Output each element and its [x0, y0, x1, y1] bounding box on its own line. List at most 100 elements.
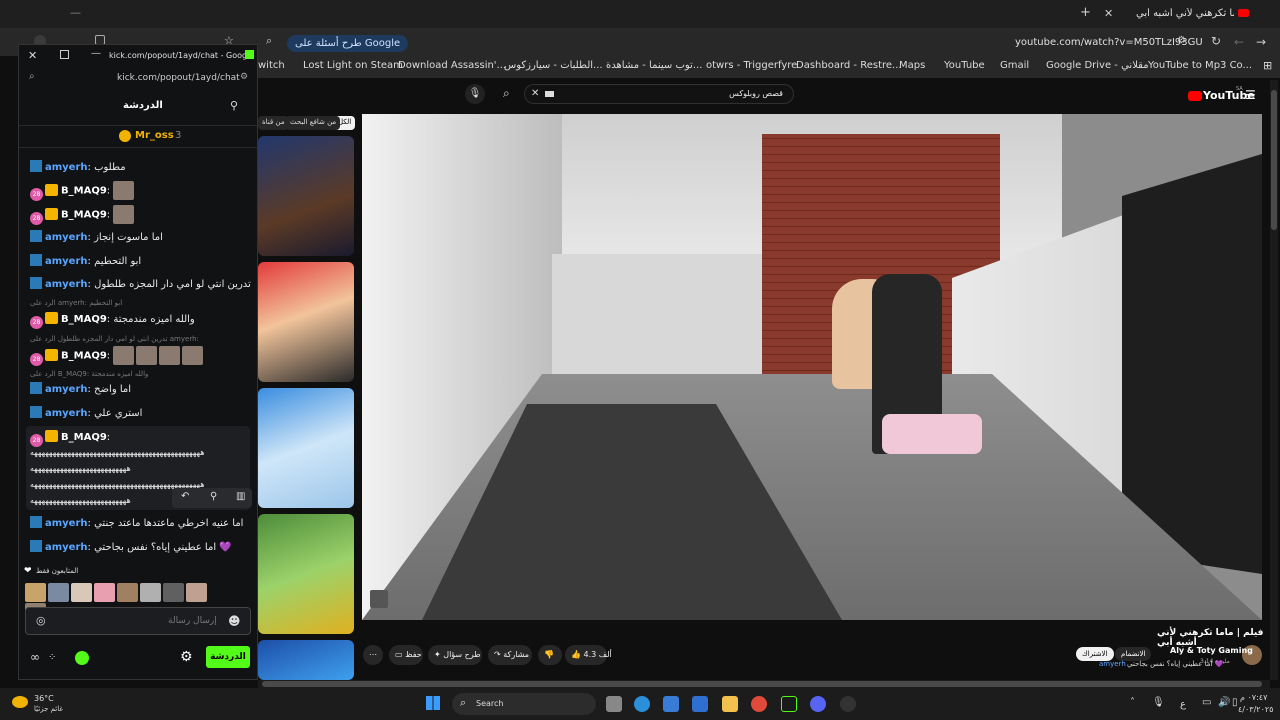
video-avatar-icon[interactable] [370, 590, 388, 608]
chat-message[interactable]: 28 B_MAQ9: والله اميزه مندمجتة [30, 312, 195, 329]
supporter-avatar[interactable] [117, 583, 138, 602]
supporter-avatar[interactable] [48, 583, 69, 602]
app-icon[interactable] [781, 696, 797, 712]
more-actions-button[interactable]: ⋯ [363, 645, 383, 665]
kick-logo-icon[interactable] [75, 651, 89, 665]
chat-message[interactable]: amyerh: اما عنيه اخرطي ماعتدها ماعتد جنت… [30, 516, 243, 529]
bookmark-item[interactable]: الطلبات - سيارزكوس... [504, 60, 603, 71]
chat-username[interactable]: B_MAQ9 [61, 314, 107, 325]
chat-message[interactable]: amyerh: اما ماسوت إنجاز [30, 230, 163, 243]
edge-icon[interactable] [634, 696, 650, 712]
chat-username[interactable]: amyerh [45, 518, 88, 529]
ask-button[interactable]: ✦ طرح سؤال [428, 645, 482, 665]
dots-icon[interactable]: ⁘ [48, 652, 56, 663]
share-button[interactable]: ↷ مشاركة [488, 645, 532, 665]
url-text[interactable]: youtube.com/watch?v=M50TLzI93GU [1015, 37, 1203, 48]
supporter-avatar[interactable] [163, 583, 184, 602]
link-icon[interactable]: ∞ [30, 650, 40, 664]
clock-date[interactable]: ٤/٠٣/٢٠٢٥ [1238, 705, 1273, 714]
tray-chevron-icon[interactable]: ˄ [1130, 697, 1135, 708]
chat-username[interactable]: amyerh [45, 256, 88, 267]
supporter-avatar[interactable] [94, 583, 115, 602]
close-tab-icon[interactable]: ✕ [1104, 7, 1113, 20]
bookmark-item[interactable]: otwrs - Triggerfyre [706, 60, 797, 71]
chat-input[interactable]: إرسال رسالة [168, 616, 217, 626]
chip-search[interactable]: من شافع البحث [286, 116, 341, 130]
settings-icon[interactable]: ⚙ [180, 649, 193, 665]
ask-google-pill[interactable]: طرح أسئلة على Google [287, 35, 409, 52]
language-indicator[interactable]: ع [1180, 699, 1186, 710]
chat-username[interactable]: B_MAQ9 [61, 351, 107, 362]
task-view-icon[interactable] [606, 696, 622, 712]
chat-username[interactable]: amyerh [45, 162, 88, 173]
weather-icon[interactable] [12, 696, 28, 708]
pin-icon[interactable]: ⚲ [210, 491, 217, 502]
photos-icon[interactable] [692, 696, 708, 712]
bookmark-item[interactable]: YouTube to Mp3 Co... [1148, 60, 1252, 71]
thumbnail-2[interactable] [258, 262, 354, 382]
pinned-user[interactable]: Mr_oss [135, 130, 174, 141]
join-button[interactable]: الانضمام [1115, 647, 1152, 661]
reply-icon[interactable]: ↶ [181, 491, 189, 502]
microphone-icon[interactable]: 🎙 [465, 84, 485, 104]
youtube-logo-icon[interactable] [1188, 91, 1202, 101]
bookmark-item[interactable]: Google Drive - مقلاني [1046, 60, 1149, 71]
thumbnail-4[interactable] [258, 514, 354, 634]
supporter-avatar[interactable] [140, 583, 161, 602]
store-icon[interactable] [663, 696, 679, 712]
chat-username[interactable]: B_MAQ9 [61, 186, 107, 197]
volume-icon[interactable]: 🔊 [1218, 697, 1230, 708]
chat-message[interactable]: amyerh: اما عطيني إياه؟ نفس بجاحتي 💜 [30, 540, 232, 553]
back-icon[interactable]: → [1256, 35, 1266, 49]
chat-message[interactable]: amyerh: مطلوب [30, 160, 126, 173]
discord-icon[interactable] [810, 696, 826, 712]
search-icon[interactable]: ⌕ [503, 86, 510, 101]
tab-title[interactable]: فيلم | ماما تكرهني لأني أشبه أبي [1136, 8, 1234, 19]
thumbnail-3[interactable] [258, 388, 354, 508]
keyboard-icon[interactable] [545, 91, 554, 97]
weather-temp[interactable]: 36°C [34, 694, 54, 703]
horizontal-scrollbar[interactable] [258, 680, 1270, 688]
chat-username[interactable]: amyerh [45, 279, 88, 290]
reload-icon[interactable]: ↻ [1211, 34, 1221, 48]
search-box[interactable]: قصص روبلوكس ✕ [524, 84, 794, 104]
thumbnail-1[interactable] [258, 136, 354, 256]
supporter-avatar[interactable] [25, 583, 46, 602]
minimize-icon[interactable]: — [70, 6, 81, 19]
battery-icon[interactable]: ▯ [1232, 697, 1238, 708]
youtube-logo[interactable]: YouTube [1203, 89, 1255, 102]
search-input[interactable]: قصص روبلوكس [729, 89, 783, 98]
chat-username[interactable]: amyerh [45, 384, 88, 395]
chat-message[interactable]: 28 B_MAQ9: [30, 205, 136, 225]
mic-tray-icon[interactable]: 🎙 [1152, 697, 1165, 708]
file-explorer-icon[interactable] [722, 696, 738, 712]
dislike-button[interactable]: 👎 [538, 645, 562, 665]
new-tab-button[interactable]: + [1080, 5, 1091, 20]
chat-username[interactable]: amyerh [45, 232, 88, 243]
chat-username[interactable]: B_MAQ9 [61, 210, 107, 221]
bookmark-item[interactable]: witch [258, 60, 285, 71]
chat-username[interactable]: amyerh [45, 408, 88, 419]
users-icon[interactable]: ⚲ [230, 99, 238, 112]
bookmark-item[interactable]: Lost Light on Steam [303, 60, 403, 71]
start-icon[interactable] [426, 696, 440, 710]
chat-username[interactable]: amyerh [45, 542, 88, 553]
taskbar-search[interactable]: ⌕ Search [452, 693, 596, 715]
bookmarks-menu-icon[interactable]: ⊞ [1263, 59, 1272, 72]
emoji-icon[interactable]: ☻ [228, 614, 241, 628]
chat-message[interactable]: amyerh: ابو التحطيم [30, 254, 141, 267]
clock-time[interactable]: ٠٧:٤٧ م [1240, 693, 1267, 702]
clear-search-icon[interactable]: ✕ [531, 88, 539, 99]
chat-message[interactable]: 28 B_MAQ9: [30, 181, 136, 201]
chip-channel[interactable]: من قناة [258, 116, 289, 130]
gift-icon[interactable]: ◎ [36, 614, 46, 627]
like-button[interactable]: 👍 4.3 ألف [565, 645, 612, 665]
chat-send-button[interactable]: الدردشة [206, 646, 250, 668]
network-icon[interactable]: ▭ [1202, 697, 1211, 708]
forward-icon[interactable]: ← [1234, 35, 1244, 49]
chat-username[interactable]: B_MAQ9 [61, 432, 107, 443]
bookmark-item[interactable]: Dashboard - Restre... [796, 60, 902, 71]
subscribe-button[interactable]: الاشتراك [1076, 647, 1114, 661]
bookmark-item[interactable]: Maps [899, 60, 925, 71]
delete-icon[interactable]: ▥ [236, 491, 245, 502]
